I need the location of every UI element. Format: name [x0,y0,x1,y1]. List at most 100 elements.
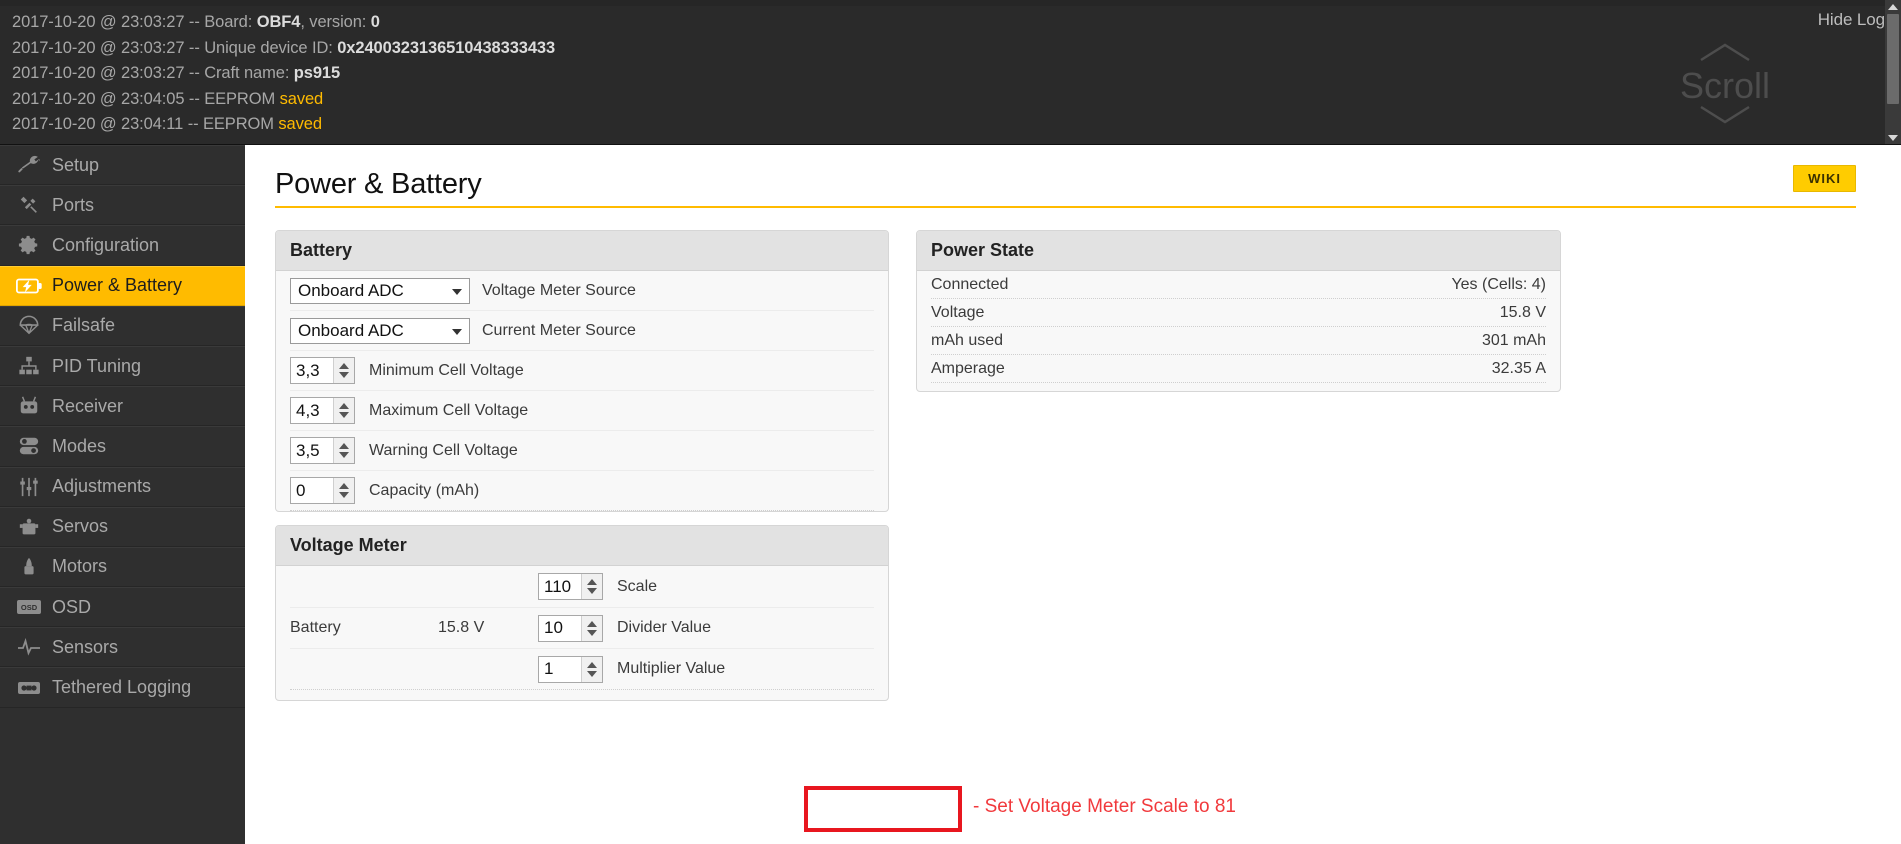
log-timestamp: 2017-10-20 @ 23:04:05 [12,89,185,108]
power-state-value: 301 mAh [1481,331,1546,349]
voltage-meter-panel-body: Scale Battery 15.8 V Divider Value [276,566,888,690]
log-console: 2017-10-20 @ 23:03:27 -- Board: OBF4, ve… [0,0,1901,145]
divider-value-stepper[interactable] [538,614,603,642]
sidebar-item-failsafe[interactable]: Failsafe [0,305,245,346]
multiplier-value-input[interactable] [539,656,581,682]
sidebar-item-tethered-logging[interactable]: Tethered Logging [0,667,245,708]
log-bold2: 0 [370,13,380,31]
log-text: -- Unique device ID: [184,38,338,57]
power-state-label: Amperage [931,359,1005,377]
log-bold: 0x2400323136510438333433 [337,38,556,57]
scale-stepper[interactable] [538,573,603,600]
svg-text:OSD: OSD [21,603,38,612]
stepper-up-icon[interactable] [339,363,349,369]
stepper-up-icon[interactable] [587,661,597,668]
sidebar-item-motors[interactable]: Motors [0,546,245,588]
transmitter-icon [14,395,44,417]
scale-input[interactable] [539,574,581,599]
current-meter-source-select[interactable]: Onboard ADC [290,317,470,344]
stepper-down-icon[interactable] [587,588,597,594]
servo-icon [14,516,44,538]
sidebar-item-ports[interactable]: Ports [0,185,245,226]
sidebar-item-configuration[interactable]: Configuration [0,225,245,266]
sidebar-item-setup[interactable]: Setup [0,145,245,186]
sidebar-nav: Setup Ports Configuration Power & Batter… [0,145,245,844]
divider-value-input[interactable] [539,615,581,641]
scrollbar-up-arrow-icon[interactable] [1888,4,1898,10]
sidebar-item-osd[interactable]: OSD OSD [0,587,245,628]
stepper-buttons[interactable] [581,656,602,682]
chevron-down-icon [452,328,462,335]
power-state-value: Yes (Cells: 4) [1451,275,1546,293]
sidebar-item-sensors[interactable]: Sensors [0,627,245,668]
stepper-down-icon[interactable] [339,372,349,378]
power-state-row: Voltage 15.8 V [931,299,1546,327]
minimum-cell-voltage-input[interactable] [291,358,333,383]
sidebar-item-servos[interactable]: Servos [0,506,245,547]
scale-row: Scale [290,566,874,607]
stepper-buttons[interactable] [333,398,354,423]
stepper-up-icon[interactable] [339,443,349,449]
meter-name: Battery [290,619,341,636]
power-state-row: Amperage 32.35 A [931,355,1546,383]
log-timestamp: 2017-10-20 @ 23:04:11 [12,115,184,134]
stepper-down-icon[interactable] [339,412,349,418]
scrollbar-down-arrow-icon[interactable] [1888,135,1898,141]
log-scroll-control[interactable]: Scroll [1647,28,1803,143]
stepper-up-icon[interactable] [339,483,349,489]
sidebar-item-label: Setup [52,154,100,175]
hide-log-button[interactable]: Hide Log [1818,10,1885,30]
minimum-cell-voltage-label: Minimum Cell Voltage [369,361,524,379]
stepper-down-icon[interactable] [587,670,597,677]
sidebar-item-adjustments[interactable]: Adjustments [0,466,245,507]
stepper-buttons[interactable] [581,574,602,599]
voltage-meter-panel-title: Voltage Meter [276,526,888,566]
stepper-down-icon[interactable] [587,629,597,636]
power-state-panel: Power State Connected Yes (Cells: 4) Vol… [916,230,1561,392]
voltage-meter-source-select[interactable]: Onboard ADC [290,277,470,304]
sidebar-item-receiver[interactable]: Receiver [0,386,245,427]
multiplier-value-stepper[interactable] [538,655,603,683]
scroll-label: Scroll [1679,64,1771,106]
log-text: -- Craft name: [184,64,294,83]
stepper-buttons[interactable] [333,478,354,503]
stepper-down-icon[interactable] [339,492,349,498]
sidebar-item-label: Tethered Logging [52,677,192,698]
scrollbar-thumb[interactable] [1887,14,1899,104]
capacity-stepper[interactable] [290,477,355,504]
sidebar-item-modes[interactable]: Modes [0,426,245,467]
stepper-buttons[interactable] [333,438,354,463]
stepper-down-icon[interactable] [339,452,349,458]
logging-icon [14,677,44,699]
warning-cell-voltage-stepper[interactable] [290,437,355,464]
maximum-cell-voltage-row: Maximum Cell Voltage [290,391,874,431]
stepper-up-icon[interactable] [339,403,349,409]
log-line: 2017-10-20 @ 23:03:27 -- Unique device I… [12,36,555,62]
log-status: saved [279,89,324,108]
chevron-down-icon [452,288,462,295]
maximum-cell-voltage-stepper[interactable] [290,397,355,424]
multiplier-value-row: Multiplier Value [290,648,874,689]
wiki-button[interactable]: WIKI [1793,165,1856,192]
log-text: -- Board: [184,13,257,31]
maximum-cell-voltage-label: Maximum Cell Voltage [369,401,529,419]
log-text2: , version: [300,13,371,31]
wrench-icon [14,154,44,176]
power-state-panel-body: Connected Yes (Cells: 4) Voltage 15.8 V … [917,271,1560,391]
sidebar-item-pid-tuning[interactable]: PID Tuning [0,345,245,387]
sliders-icon [14,476,44,498]
stepper-buttons[interactable] [581,615,602,641]
stepper-up-icon[interactable] [587,579,597,585]
log-bold: ps915 [293,64,341,83]
capacity-input[interactable] [291,478,333,503]
chevron-down-icon [1698,104,1752,131]
stepper-buttons[interactable] [333,358,354,383]
battery-panel-title: Battery [276,231,888,271]
minimum-cell-voltage-stepper[interactable] [290,357,355,384]
sidebar-item-power-and-battery[interactable]: Power & Battery [0,265,245,306]
warning-cell-voltage-input[interactable] [291,438,333,463]
maximum-cell-voltage-input[interactable] [291,398,333,423]
log-scrollbar[interactable] [1885,0,1901,144]
stepper-up-icon[interactable] [587,620,597,627]
multiplier-value-label: Multiplier Value [617,660,726,677]
